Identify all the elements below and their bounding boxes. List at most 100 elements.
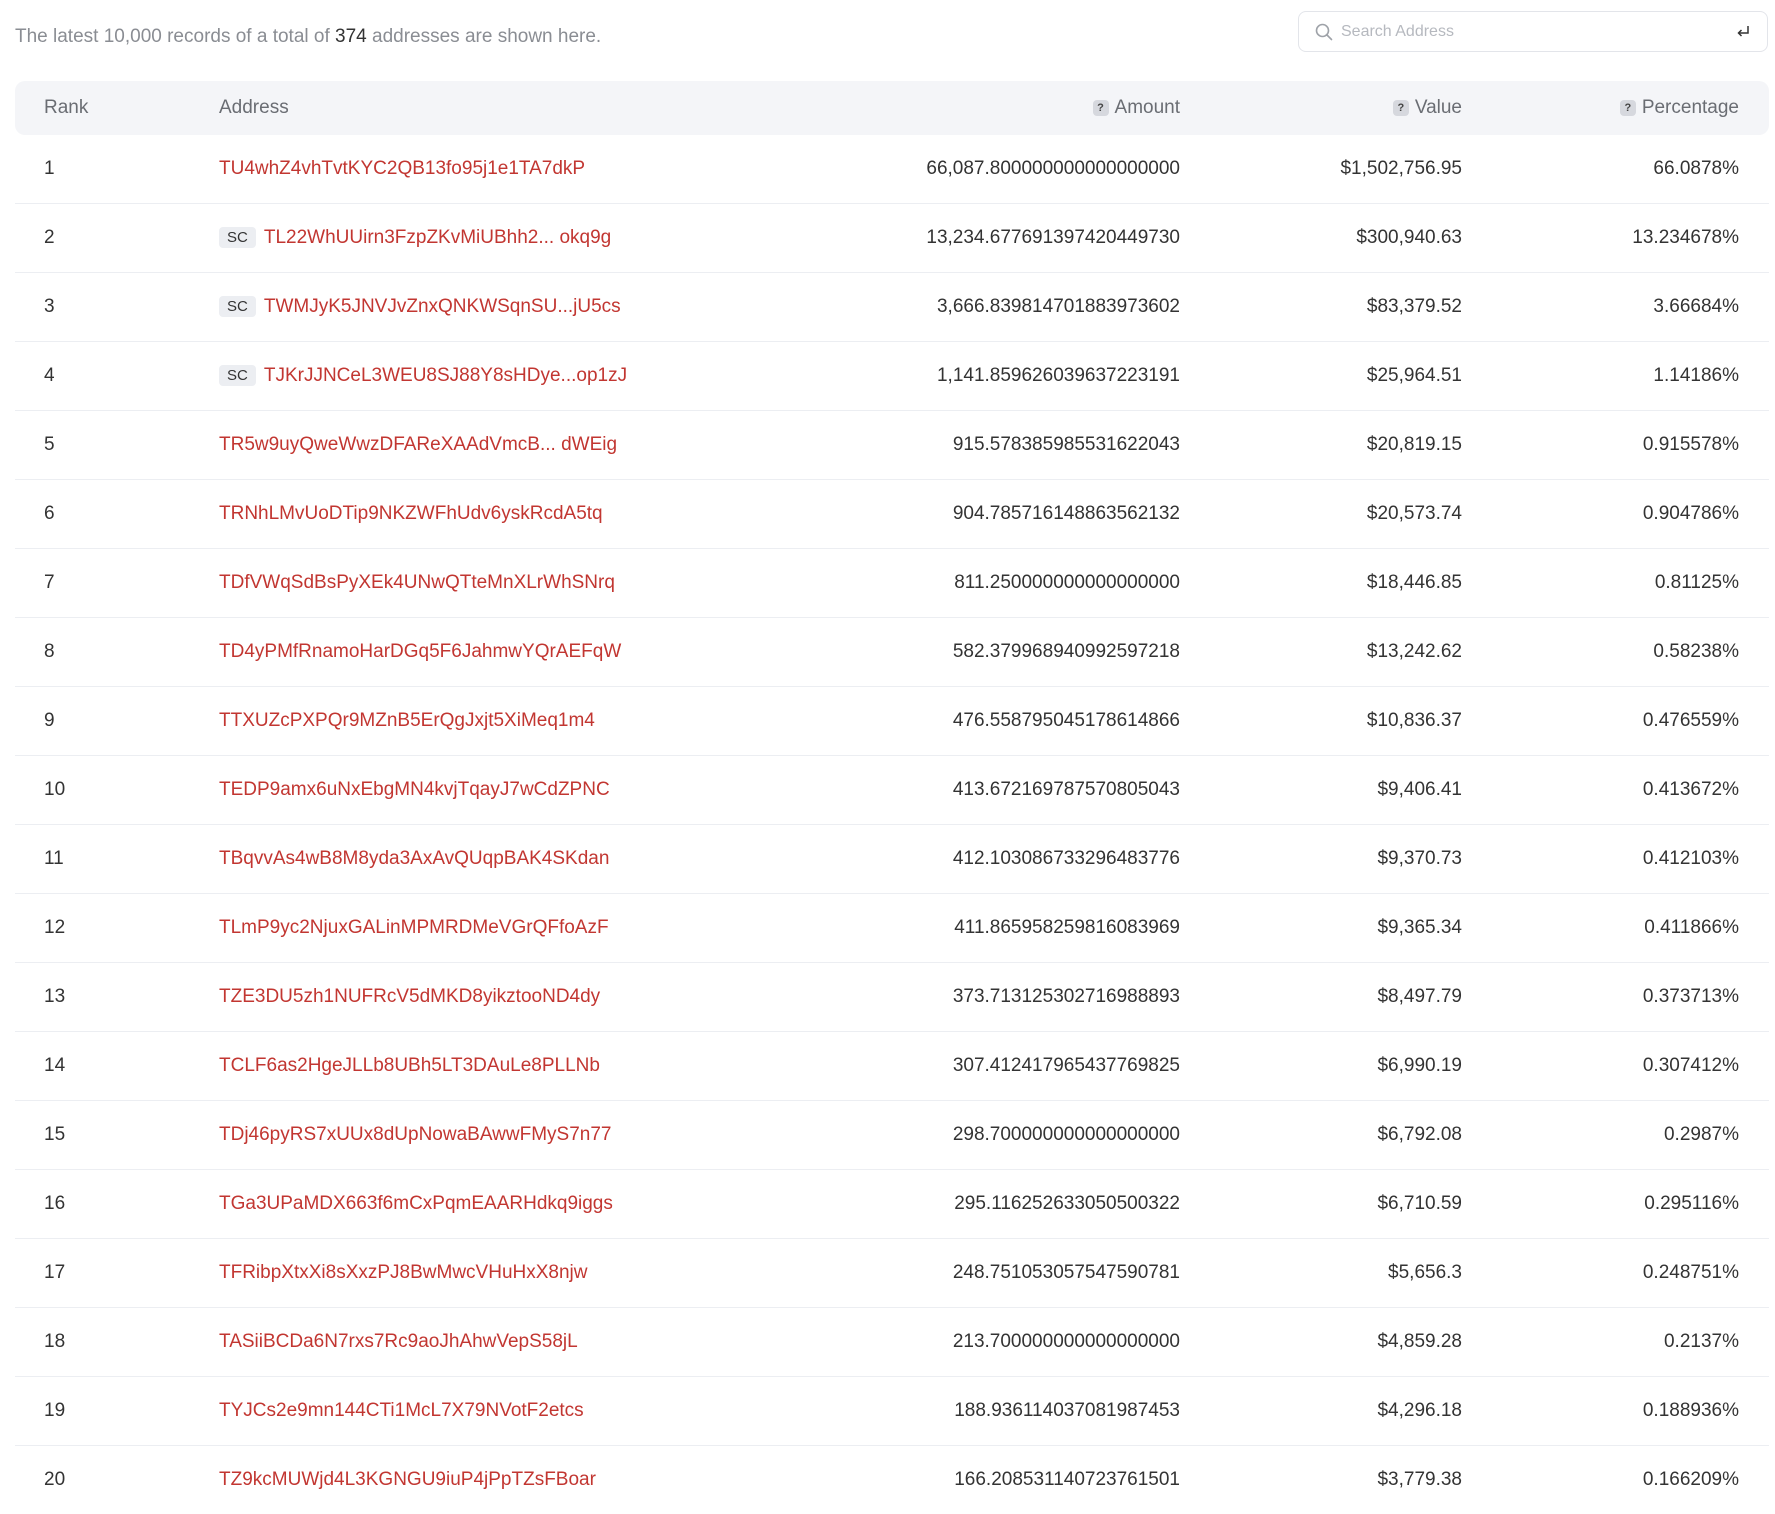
address-link[interactable]: TL22WhUUirn3FzpZKvMiUBhh2... okq9g — [264, 227, 611, 248]
value-cell: $300,940.63 — [1356, 227, 1462, 248]
address-link[interactable]: TJKrJJNCeL3WEU8SJ88Y8sHDye...op1zJ — [264, 365, 627, 386]
sc-badge: SC — [219, 227, 256, 248]
percentage-cell: 13.234678% — [1632, 227, 1739, 248]
percentage-cell: 0.476559% — [1642, 710, 1739, 731]
amount-cell: 188.936114037081987453 — [954, 1400, 1180, 1421]
address-link[interactable]: TWMJyK5JNVJvZnxQNKWSqnSU...jU5cs — [264, 296, 621, 317]
rank-cell: 10 — [44, 779, 66, 800]
rank-cell: 12 — [44, 917, 66, 938]
header-value-label: Value — [1414, 97, 1462, 118]
value-cell: $13,242.62 — [1366, 641, 1462, 662]
header-value: ? Value — [1392, 97, 1462, 119]
search-input[interactable] — [1341, 18, 1701, 46]
percentage-cell: 0.188936% — [1642, 1400, 1739, 1421]
percentage-cell: 0.166209% — [1642, 1469, 1739, 1490]
percentage-cell: 0.915578% — [1642, 434, 1739, 455]
address-cell: SCTFRibpXtxXi8sXxzPJ8BwMwcVHuHxX8njw — [219, 1262, 588, 1284]
table-row: 7 SCTDfVWqSdBsPyXEk4UNwQTteMnXLrWhSNrq 8… — [15, 549, 1769, 618]
value-cell: $6,710.59 — [1377, 1193, 1462, 1214]
address-link[interactable]: TCLF6as2HgeJLLb8UBh5LT3DAuLe8PLLNb — [219, 1055, 600, 1076]
amount-cell: 904.785716148863562132 — [952, 503, 1180, 524]
address-cell: SCTTXUZcPXPQr9MZnB5ErQgJxjt5XiMeq1m4 — [219, 710, 595, 732]
table-row: 5 SCTR5w9uyQweWwzDFAReXAAdVmcB... dWEig … — [15, 411, 1769, 480]
value-cell: $1,502,756.95 — [1340, 158, 1462, 179]
address-cell: SCTDfVWqSdBsPyXEk4UNwQTteMnXLrWhSNrq — [219, 572, 615, 594]
address-link[interactable]: TFRibpXtxXi8sXxzPJ8BwMwcVHuHxX8njw — [219, 1262, 588, 1283]
records-summary: The latest 10,000 records of a total of … — [15, 26, 601, 48]
address-link[interactable]: TTXUZcPXPQr9MZnB5ErQgJxjt5XiMeq1m4 — [219, 710, 595, 731]
percentage-cell: 0.81125% — [1654, 572, 1739, 593]
address-link[interactable]: TZ9kcMUWjd4L3KGNGU9iuP4jPpTZsFBoar — [219, 1469, 596, 1490]
address-link[interactable]: TLmP9yc2NjuxGALinMPMRDMeVGrQFfoAzF — [219, 917, 609, 938]
table-row: 18 SCTASiiBCDa6N7rxs7Rc9aoJhAhwVepS58jL … — [15, 1308, 1769, 1377]
percentage-cell: 0.412103% — [1642, 848, 1739, 869]
table-row: 14 SCTCLF6as2HgeJLLb8UBh5LT3DAuLe8PLLNb … — [15, 1032, 1769, 1101]
header-rank: Rank — [44, 97, 89, 118]
amount-cell: 411.865958259816083969 — [954, 917, 1180, 938]
rank-cell: 6 — [44, 503, 55, 524]
address-link[interactable]: TDfVWqSdBsPyXEk4UNwQTteMnXLrWhSNrq — [219, 572, 615, 593]
address-cell: SCTYJCs2e9mn144CTi1McL7X79NVotF2etcs — [219, 1400, 584, 1422]
table-row: 13 SCTZE3DU5zh1NUFRcV5dMKD8yikztooND4dy … — [15, 963, 1769, 1032]
address-cell: SCTZE3DU5zh1NUFRcV5dMKD8yikztooND4dy — [219, 986, 600, 1008]
top-bar: The latest 10,000 records of a total of … — [0, 0, 1775, 80]
header-amount: ? Amount — [1092, 97, 1180, 119]
amount-cell: 13,234.677691397420449730 — [926, 227, 1180, 248]
amount-cell: 811.250000000000000000 — [954, 572, 1180, 593]
address-link[interactable]: TRNhLMvUoDTip9NKZWFhUdv6yskRcdA5tq — [219, 503, 603, 524]
value-cell: $9,370.73 — [1377, 848, 1462, 869]
summary-prefix: The latest 10,000 records of a total of — [15, 26, 330, 47]
address-link[interactable]: TGa3UPaMDX663f6mCxPqmEAARHdkq9iggs — [219, 1193, 613, 1214]
amount-cell: 373.713125302716988893 — [952, 986, 1180, 1007]
value-cell: $8,497.79 — [1377, 986, 1462, 1007]
amount-cell: 298.700000000000000000 — [952, 1124, 1180, 1145]
address-link[interactable]: TDj46pyRS7xUUx8dUpNowaBAwwFMyS7n77 — [219, 1124, 611, 1145]
percentage-cell: 0.295116% — [1644, 1193, 1739, 1214]
search-box[interactable] — [1298, 11, 1768, 52]
rank-cell: 9 — [44, 710, 55, 731]
address-cell: SCTLmP9yc2NjuxGALinMPMRDMeVGrQFfoAzF — [219, 917, 609, 939]
table-row: 2 SC TL22WhUUirn3FzpZKvMiUBhh2... okq9g 1… — [15, 204, 1769, 273]
rank-cell: 4 — [44, 365, 55, 386]
amount-cell: 166.208531140723761501 — [954, 1469, 1180, 1490]
amount-cell: 3,666.839814701883973602 — [936, 296, 1180, 317]
value-cell: $6,990.19 — [1377, 1055, 1462, 1076]
percentage-cell: 0.2987% — [1663, 1124, 1739, 1145]
address-link[interactable]: TASiiBCDa6N7rxs7Rc9aoJhAhwVepS58jL — [219, 1331, 578, 1352]
rank-cell: 20 — [44, 1469, 66, 1490]
table-row: 16 SCTGa3UPaMDX663f6mCxPqmEAARHdkq9iggs … — [15, 1170, 1769, 1239]
address-link[interactable]: TR5w9uyQweWwzDFAReXAAdVmcB... dWEig — [219, 434, 617, 455]
address-count: 374 — [335, 26, 367, 47]
address-link[interactable]: TYJCs2e9mn144CTi1McL7X79NVotF2etcs — [219, 1400, 584, 1421]
address-cell: SCTDj46pyRS7xUUx8dUpNowaBAwwFMyS7n77 — [219, 1124, 611, 1146]
percentage-cell: 0.373713% — [1642, 986, 1739, 1007]
address-cell: SCTR5w9uyQweWwzDFAReXAAdVmcB... dWEig — [219, 434, 617, 456]
percentage-cell: 0.413672% — [1642, 779, 1739, 800]
address-cell: SCTCLF6as2HgeJLLb8UBh5LT3DAuLe8PLLNb — [219, 1055, 600, 1077]
table-row: 8 SCTD4yPMfRnamoHarDGq5F6JahmwYQrAEFqW 5… — [15, 618, 1769, 687]
help-icon[interactable]: ? — [1619, 100, 1636, 116]
rank-cell: 2 — [44, 227, 55, 248]
rank-cell: 1 — [44, 158, 55, 179]
address-link[interactable]: TBqvvAs4wB8M8yda3AxAvQUqpBAK4SKdan — [219, 848, 609, 869]
address-cell: SCTD4yPMfRnamoHarDGq5F6JahmwYQrAEFqW — [219, 641, 621, 663]
address-cell: SCTU4whZ4vhTvtKYC2QB13fo95j1e1TA7dkP — [219, 158, 585, 180]
rank-cell: 19 — [44, 1400, 66, 1421]
table-row: 6 SCTRNhLMvUoDTip9NKZWFhUdv6yskRcdA5tq 9… — [15, 480, 1769, 549]
address-link[interactable]: TU4whZ4vhTvtKYC2QB13fo95j1e1TA7dkP — [219, 158, 585, 179]
amount-cell: 1,141.859626039637223191 — [936, 365, 1180, 386]
address-cell: SCTRNhLMvUoDTip9NKZWFhUdv6yskRcdA5tq — [219, 503, 603, 525]
help-icon[interactable]: ? — [1092, 100, 1109, 116]
rank-cell: 13 — [44, 986, 66, 1007]
address-cell: SC TL22WhUUirn3FzpZKvMiUBhh2... okq9g — [219, 227, 611, 249]
table-header: Rank Address ? Amount ? Value ? Percentage — [15, 81, 1769, 135]
amount-cell: 582.379968940992597218 — [952, 641, 1180, 662]
address-link[interactable]: TD4yPMfRnamoHarDGq5F6JahmwYQrAEFqW — [219, 641, 621, 662]
amount-cell: 413.672169787570805043 — [952, 779, 1180, 800]
help-icon[interactable]: ? — [1392, 100, 1409, 116]
address-link[interactable]: TEDP9amx6uNxEbgMN4kvjTqayJ7wCdZPNC — [219, 779, 610, 800]
table-row: 19 SCTYJCs2e9mn144CTi1McL7X79NVotF2etcs … — [15, 1377, 1769, 1446]
enter-icon[interactable] — [1735, 24, 1751, 40]
address-cell: SC TJKrJJNCeL3WEU8SJ88Y8sHDye...op1zJ — [219, 365, 627, 387]
address-link[interactable]: TZE3DU5zh1NUFRcV5dMKD8yikztooND4dy — [219, 986, 600, 1007]
